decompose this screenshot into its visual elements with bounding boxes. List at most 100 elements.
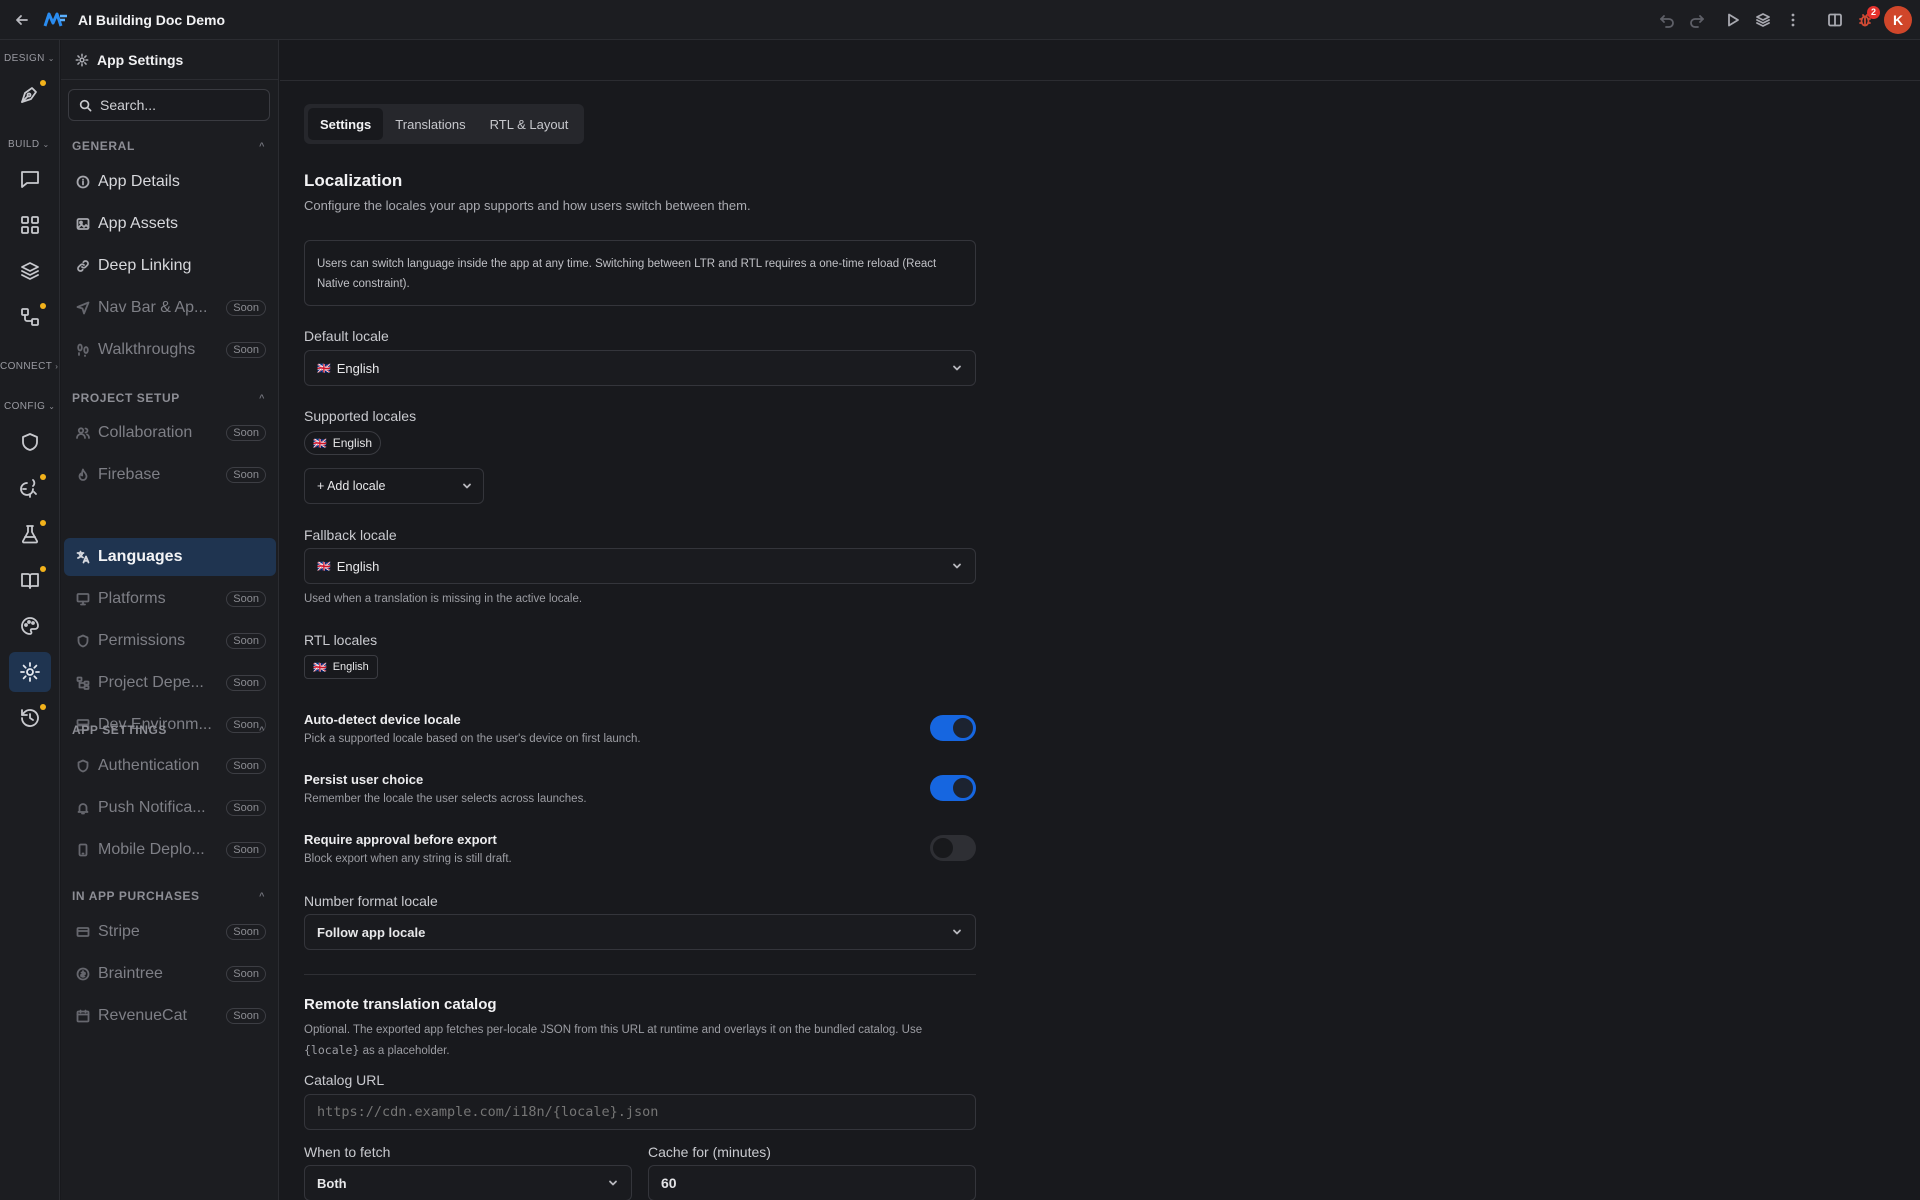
persist-toggle[interactable] [930, 775, 976, 801]
sidebar-item-walkthroughs[interactable]: Walkthroughs Soon [64, 331, 276, 369]
supported-locales-label: Supported locales [304, 408, 417, 424]
rail-section-design[interactable]: DESIGN ⌄ [0, 50, 60, 66]
left-rail: DESIGN ⌄ BUILD ⌄ CONNECT › CONFIG ⌄ [0, 40, 60, 1200]
rail-palette-icon[interactable] [9, 606, 51, 646]
back-arrow-icon[interactable] [11, 9, 33, 31]
sidebar-item-app-assets[interactable]: App Assets [64, 205, 276, 243]
section-title-localization: Localization [304, 171, 403, 190]
when-to-fetch-label: When to fetch [304, 1144, 391, 1160]
toggle-knob [953, 718, 973, 738]
info-note: Users can switch language inside the app… [304, 240, 976, 306]
toggle-knob [933, 838, 953, 858]
sidebar-item-push-notifications[interactable]: Push Notifica... Soon [64, 789, 276, 827]
info-icon [76, 175, 90, 189]
sidebar-item-deep-linking[interactable]: Deep Linking [64, 247, 276, 285]
sidebar-item-permissions[interactable]: Permissions Soon [64, 622, 276, 660]
soon-badge: Soon [226, 924, 266, 940]
shield-icon [76, 759, 90, 773]
rail-section-build[interactable]: BUILD ⌄ [0, 136, 60, 152]
smartphone-icon [76, 843, 90, 857]
rail-shield-icon[interactable] [9, 422, 51, 462]
sidebar-item-collaboration[interactable]: Collaboration Soon [64, 414, 276, 452]
rail-history-icon[interactable] [9, 698, 51, 738]
credit-card-icon [76, 925, 90, 939]
group-general[interactable]: GENERAL ^ [72, 137, 268, 155]
sidebar-item-nav-bar[interactable]: Nav Bar & Ap... Soon [64, 289, 276, 327]
approval-desc: Block export when any string is still dr… [304, 853, 512, 865]
undo-icon[interactable] [1652, 5, 1682, 35]
approval-toggle[interactable] [930, 835, 976, 861]
redo-icon[interactable] [1682, 5, 1712, 35]
rail-design-pen-icon[interactable] [9, 74, 51, 114]
sidebar-item-revenuecat[interactable]: RevenueCat Soon [64, 997, 276, 1035]
bug-icon[interactable]: 2 [1850, 5, 1880, 35]
rtl-locale-chip[interactable]: 🇬🇧 English [304, 655, 378, 679]
cache-label: Cache for (minutes) [648, 1144, 771, 1160]
settings-tabs: Settings Translations RTL & Layout [304, 104, 585, 144]
cache-minutes-field[interactable]: 60 [648, 1165, 976, 1200]
catalog-url-field[interactable] [304, 1094, 976, 1130]
rail-flask-icon[interactable] [9, 514, 51, 554]
collapse-caret-icon: ^ [259, 141, 265, 151]
sidebar-item-languages[interactable]: Languages [64, 538, 276, 576]
app-title: AI Building Doc Demo [78, 11, 225, 28]
group-project-setup[interactable]: PROJECT SETUP ^ [72, 389, 268, 407]
sidebar-item-platforms[interactable]: Platforms Soon [64, 580, 276, 618]
add-locale-select[interactable]: + Add locale [304, 468, 484, 504]
shield-icon [76, 634, 90, 648]
chevron-down-icon [951, 926, 963, 938]
sidebar-item-project-dependencies[interactable]: Project Depe... Soon [64, 664, 276, 702]
tab-rtl-layout[interactable]: RTL & Layout [478, 108, 581, 140]
rail-section-connect[interactable]: CONNECT › [0, 358, 60, 374]
soon-badge: Soon [226, 800, 266, 816]
catalog-url-input[interactable] [317, 1104, 957, 1120]
rail-settings-gear-icon[interactable] [9, 652, 51, 692]
soon-badge: Soon [226, 342, 266, 358]
search-input[interactable] [100, 97, 260, 113]
chevron-down-icon [607, 1177, 619, 1189]
rail-flow-icon[interactable] [9, 297, 51, 337]
group-in-app-purchases[interactable]: IN APP PURCHASES ^ [72, 887, 268, 905]
flame-icon [76, 468, 90, 482]
rail-chat-icon[interactable] [9, 159, 51, 199]
rail-flow-dot [40, 303, 46, 309]
default-locale-select[interactable]: 🇬🇧 English [304, 350, 976, 386]
soon-badge: Soon [226, 966, 266, 982]
notification-badge: 2 [1867, 6, 1880, 19]
sidebar-item-stripe[interactable]: Stripe Soon [64, 913, 276, 951]
fallback-locale-select[interactable]: 🇬🇧 English [304, 548, 976, 584]
rail-layers-icon[interactable] [9, 251, 51, 291]
rail-bug-icon[interactable] [9, 468, 51, 508]
main-panel: Settings Translations RTL & Layout Local… [280, 40, 1920, 1200]
collapse-caret-icon: ^ [259, 891, 265, 901]
soon-badge: Soon [226, 675, 266, 691]
auto-detect-toggle[interactable] [930, 715, 976, 741]
sidebar-search[interactable] [68, 89, 270, 121]
uk-flag-icon: 🇬🇧 [313, 437, 327, 450]
sidebar-item-mobile-deployment[interactable]: Mobile Deplo... Soon [64, 831, 276, 869]
sidebar-item-braintree[interactable]: Braintree Soon [64, 955, 276, 993]
rail-book-icon[interactable] [9, 560, 51, 600]
auto-detect-desc: Pick a supported locale based on the use… [304, 733, 641, 745]
sidebar-item-authentication[interactable]: Authentication Soon [64, 747, 276, 785]
main-header-divider [280, 80, 1920, 81]
panel-toggle-icon[interactable] [1820, 5, 1850, 35]
play-icon[interactable] [1718, 5, 1748, 35]
persist-desc: Remember the locale the user selects acr… [304, 793, 587, 805]
number-format-select[interactable]: Follow app locale [304, 914, 976, 950]
tab-translations[interactable]: Translations [383, 108, 477, 140]
rail-components-grid-icon[interactable] [9, 205, 51, 245]
tab-settings[interactable]: Settings [308, 108, 384, 140]
monitor-icon [76, 592, 90, 606]
sidebar-item-app-details[interactable]: App Details [64, 163, 276, 201]
when-to-fetch-select[interactable]: Both [304, 1165, 632, 1200]
sidebar-item-firebase[interactable]: Firebase Soon [64, 456, 276, 494]
soon-badge: Soon [226, 633, 266, 649]
group-app-settings[interactable]: APP SETTINGS ^ [72, 721, 268, 739]
supported-locale-chip[interactable]: 🇬🇧 English [304, 431, 382, 455]
layers-icon[interactable] [1748, 5, 1778, 35]
sidebar-title: App Settings [97, 51, 184, 68]
user-avatar[interactable]: K [1884, 6, 1912, 34]
more-vertical-icon[interactable] [1778, 5, 1808, 35]
rail-section-config[interactable]: CONFIG ⌄ [0, 398, 60, 414]
